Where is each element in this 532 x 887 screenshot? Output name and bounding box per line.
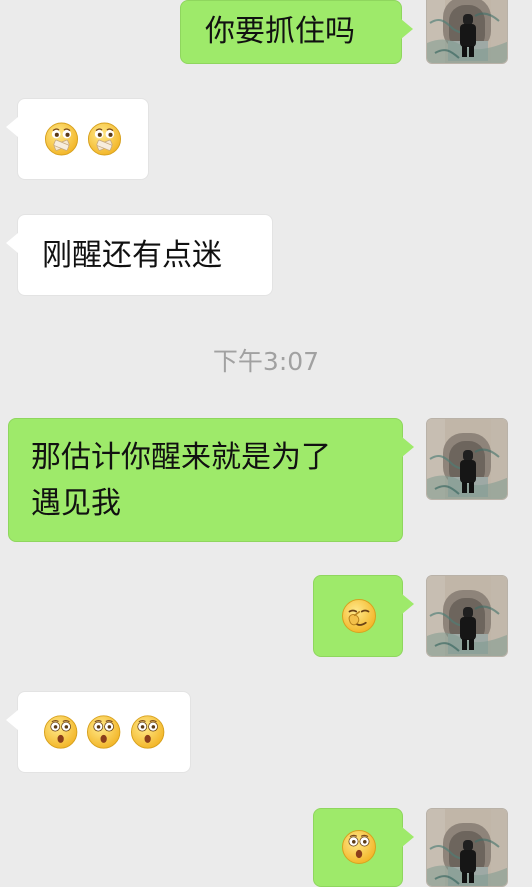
avatar-icon <box>427 0 508 64</box>
message-bubble-sent-2[interactable]: 那估计你醒来就是为了 遇见我 <box>8 418 414 542</box>
emoji-row <box>44 121 122 157</box>
mouth-zip-face-emoji <box>44 121 79 157</box>
avatar-sent-1[interactable] <box>426 0 508 64</box>
message-bubble-sent-3[interactable] <box>313 575 414 657</box>
message-text: 你要抓住吗 <box>205 14 355 49</box>
message-bubble-received-2[interactable]: 刚醒还有点迷 <box>6 214 273 296</box>
message-bubble-received-1[interactable] <box>6 98 149 180</box>
surprised-face-emoji <box>341 829 377 865</box>
message-bubble-sent-1[interactable]: 你要抓住吗 <box>180 0 413 64</box>
message-text-line-2: 遇见我 <box>31 486 121 521</box>
message-text-line-1: 那估计你醒来就是为了 <box>31 440 331 475</box>
avatar-sent-2[interactable] <box>426 418 508 500</box>
surprised-face-emoji <box>86 714 121 750</box>
chat-window: 你要抓住吗 刚醒还有点迷 下午3:07 那估计你醒来就是为了 遇见我 <box>0 0 532 887</box>
avatar-icon <box>427 419 508 500</box>
message-text: 刚醒还有点迷 <box>42 238 222 273</box>
avatar-icon <box>427 809 508 887</box>
thinking-hand-emoji <box>341 598 377 634</box>
message-bubble-received-3[interactable] <box>6 691 191 773</box>
mouth-zip-face-emoji <box>87 121 122 157</box>
surprised-face-emoji <box>43 714 78 750</box>
message-bubble-sent-4[interactable] <box>313 808 414 887</box>
avatar-sent-4[interactable] <box>426 808 508 887</box>
avatar-icon <box>427 576 508 657</box>
emoji-row <box>43 714 165 750</box>
surprised-face-emoji <box>130 714 165 750</box>
message-timestamp: 下午3:07 <box>212 347 320 376</box>
avatar-sent-3[interactable] <box>426 575 508 657</box>
